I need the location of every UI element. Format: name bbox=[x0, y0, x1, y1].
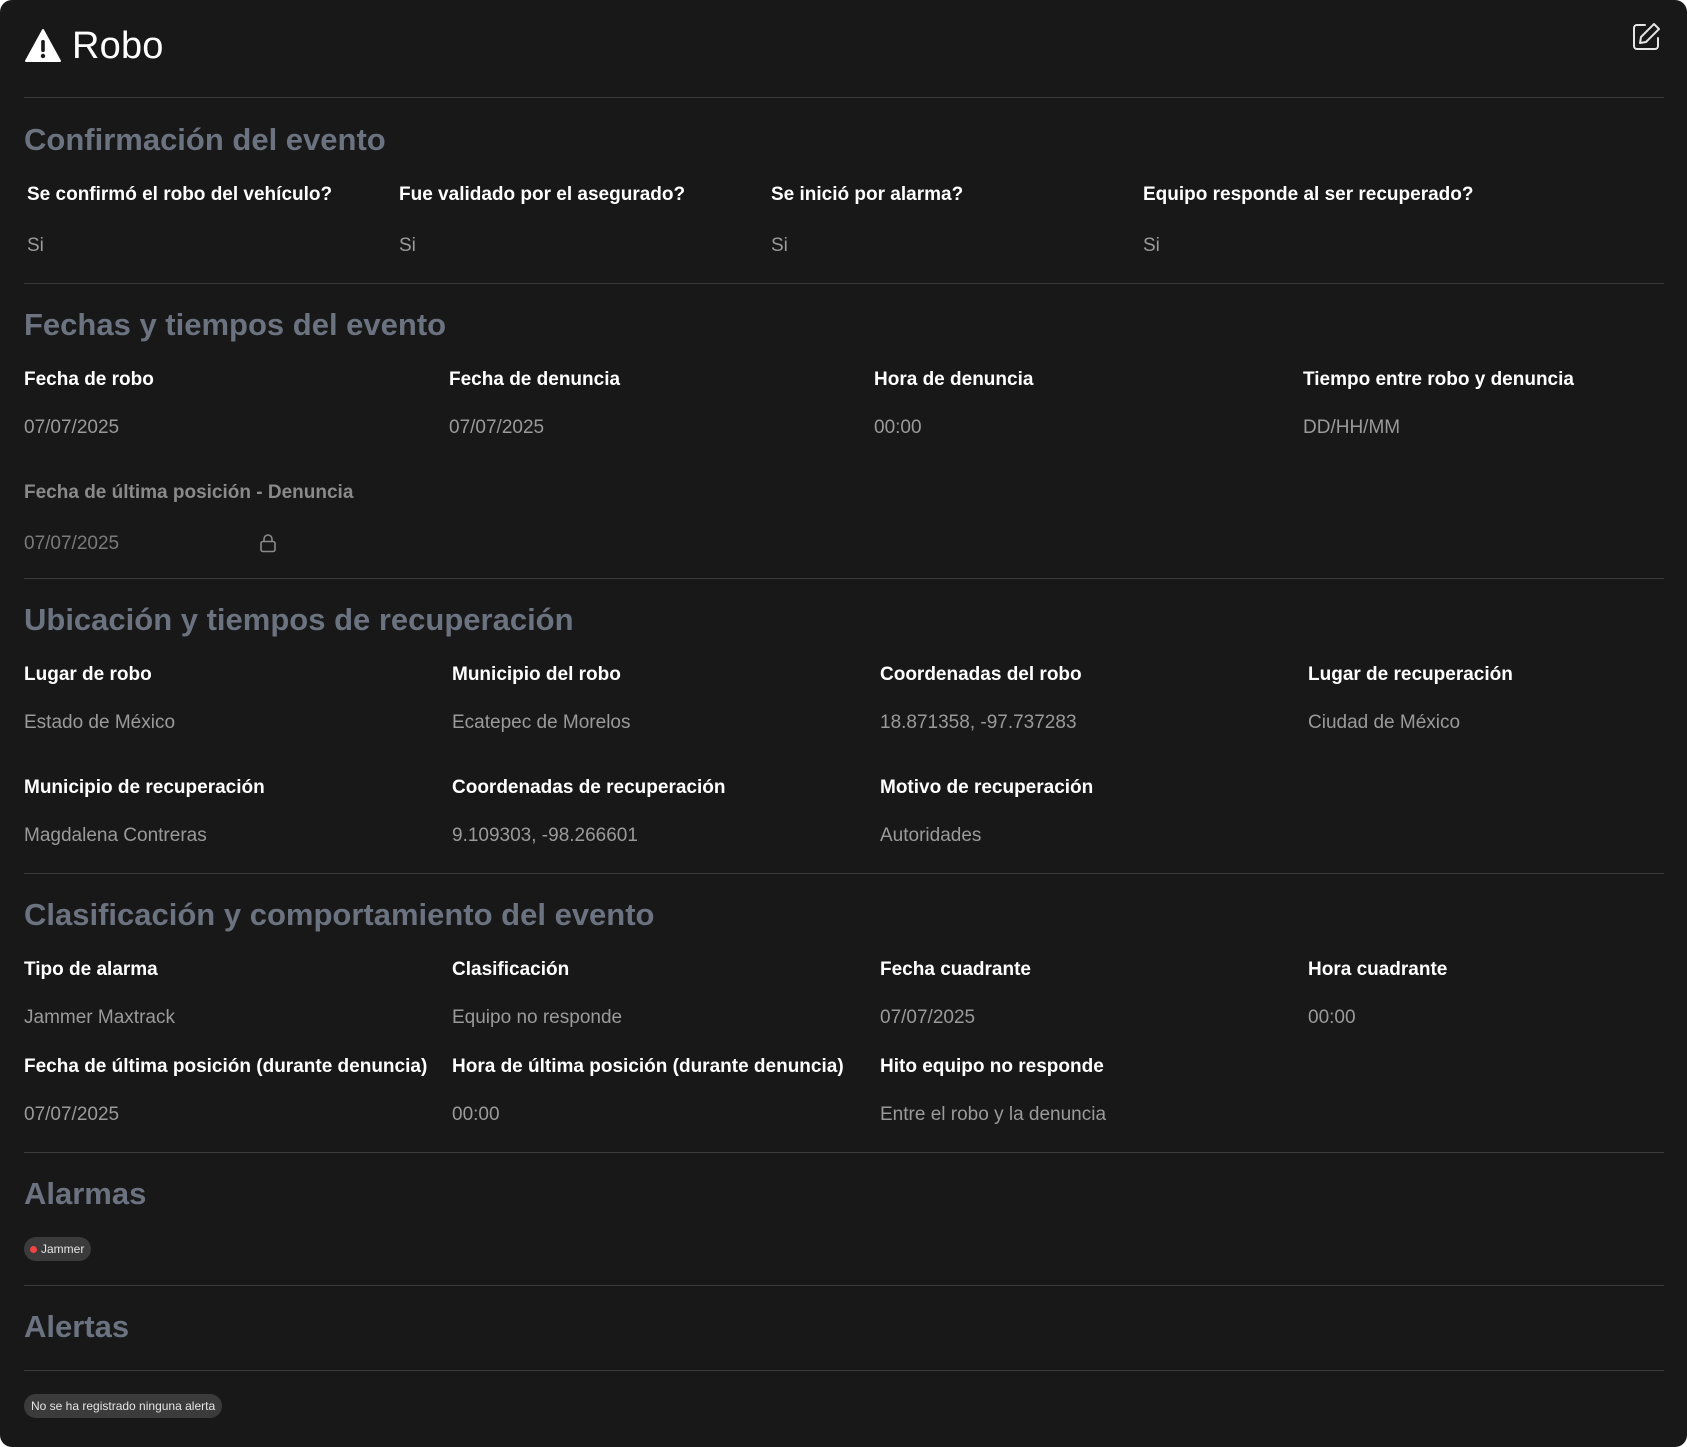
field-label-robo-confirmado: Se confirmó el robo del vehículo? bbox=[27, 184, 333, 205]
section-title-fechas: Fechas y tiempos del evento bbox=[24, 307, 447, 342]
section-title-ubicacion: Ubicación y tiempos de recuperación bbox=[24, 602, 574, 637]
field-value-validado-asegurado: Si bbox=[399, 235, 416, 256]
field-value-hora-ultima-posicion: 00:00 bbox=[452, 1104, 500, 1125]
field-label-equipo-responde: Equipo responde al ser recuperado? bbox=[1143, 184, 1474, 205]
field-label-fecha-robo: Fecha de robo bbox=[24, 369, 154, 390]
field-label-fecha-denuncia: Fecha de denuncia bbox=[449, 369, 621, 390]
field-value-hito-equipo: Entre el robo y la denuncia bbox=[880, 1104, 1107, 1125]
divider bbox=[24, 283, 1664, 284]
field-value-municipio-recuperacion: Magdalena Contreras bbox=[24, 825, 207, 846]
field-value-motivo-recuperacion: Autoridades bbox=[880, 825, 982, 846]
field-label-hora-denuncia: Hora de denuncia bbox=[874, 369, 1034, 390]
divider bbox=[24, 1285, 1664, 1286]
field-value-coordenadas-robo: 18.871358, -97.737283 bbox=[880, 712, 1077, 733]
field-label-coordenadas-robo: Coordenadas del robo bbox=[880, 664, 1082, 685]
field-label-tiempo-robo-denuncia: Tiempo entre robo y denuncia bbox=[1303, 369, 1574, 390]
section-title-clasificacion: Clasificación y comportamiento del event… bbox=[24, 897, 655, 932]
divider bbox=[24, 1370, 1664, 1371]
field-value-inicio-alarma: Si bbox=[771, 235, 788, 256]
divider bbox=[24, 873, 1664, 874]
field-value-clasificacion: Equipo no responde bbox=[452, 1007, 623, 1028]
field-label-hora-ultima-posicion: Hora de última posición (durante denunci… bbox=[452, 1056, 844, 1077]
field-value-coordenadas-recuperacion: 9.109303, -98.266601 bbox=[452, 825, 638, 846]
alarm-chip-jammer[interactable]: Jammer bbox=[24, 1237, 92, 1261]
field-value-hora-denuncia: 00:00 bbox=[874, 417, 922, 438]
field-value-robo-confirmado: Si bbox=[27, 235, 44, 256]
divider bbox=[24, 1152, 1664, 1153]
section-title-confirmacion: Confirmación del evento bbox=[24, 122, 386, 157]
warning-icon bbox=[25, 29, 61, 62]
divider bbox=[24, 97, 1664, 98]
section-title-alarmas: Alarmas bbox=[24, 1176, 147, 1211]
field-value-fecha-ultima-posicion: 07/07/2025 bbox=[24, 1104, 120, 1125]
header: Robo bbox=[24, 24, 164, 68]
field-label-tipo-alarma: Tipo de alarma bbox=[24, 959, 158, 980]
field-label-hora-cuadrante: Hora cuadrante bbox=[1308, 959, 1448, 980]
field-value-tiempo-robo-denuncia: DD/HH/MM bbox=[1303, 417, 1401, 438]
field-value-fecha-cuadrante: 07/07/2025 bbox=[880, 1007, 976, 1028]
lock-icon bbox=[260, 534, 276, 553]
empty-alerts-badge: No se ha registrado ninguna alerta bbox=[24, 1394, 223, 1418]
field-value-lugar-robo: Estado de México bbox=[24, 712, 176, 733]
field-label-motivo-recuperacion: Motivo de recuperación bbox=[880, 777, 1094, 798]
field-value-fecha-denuncia: 07/07/2025 bbox=[449, 417, 545, 438]
field-value-lugar-recuperacion: Ciudad de México bbox=[1308, 712, 1461, 733]
field-label-validado-asegurado: Fue validado por el asegurado? bbox=[399, 184, 686, 205]
section-title-alertas: Alertas bbox=[24, 1309, 130, 1344]
field-label-fecha-cuadrante: Fecha cuadrante bbox=[880, 959, 1031, 980]
field-label-inicio-alarma: Se inició por alarma? bbox=[771, 184, 964, 205]
page-title: Robo bbox=[72, 24, 164, 67]
field-label-coordenadas-recuperacion: Coordenadas de recuperación bbox=[452, 777, 726, 798]
alarm-chip-label: Jammer bbox=[41, 1242, 85, 1256]
field-label-lugar-recuperacion: Lugar de recuperación bbox=[1308, 664, 1513, 685]
field-label-lugar-robo: Lugar de robo bbox=[24, 664, 152, 685]
field-label-fecha-ultima-posicion: Fecha de última posición (durante denunc… bbox=[24, 1056, 428, 1077]
event-panel: Robo Confirmación del evento Se confirmó… bbox=[0, 0, 1687, 1447]
empty-alerts-text: No se ha registrado ninguna alerta bbox=[31, 1399, 216, 1413]
field-value-ultima-posicion-denuncia: 07/07/2025 bbox=[24, 533, 120, 554]
field-label-hito-equipo: Hito equipo no responde bbox=[880, 1056, 1104, 1077]
field-label-clasificacion: Clasificación bbox=[452, 959, 570, 980]
field-value-municipio-robo: Ecatepec de Morelos bbox=[452, 712, 631, 733]
field-label-municipio-recuperacion: Municipio de recuperación bbox=[24, 777, 265, 798]
field-value-fecha-robo: 07/07/2025 bbox=[24, 417, 120, 438]
field-value-equipo-responde: Si bbox=[1143, 235, 1160, 256]
field-label-municipio-robo: Municipio del robo bbox=[452, 664, 621, 685]
edit-icon[interactable] bbox=[1629, 20, 1663, 54]
field-value-hora-cuadrante: 00:00 bbox=[1308, 1007, 1356, 1028]
alarm-status-dot bbox=[30, 1245, 37, 1253]
field-label-ultima-posicion-denuncia: Fecha de última posición - Denuncia bbox=[24, 482, 354, 503]
divider bbox=[24, 578, 1664, 579]
field-value-tipo-alarma: Jammer Maxtrack bbox=[24, 1007, 175, 1028]
